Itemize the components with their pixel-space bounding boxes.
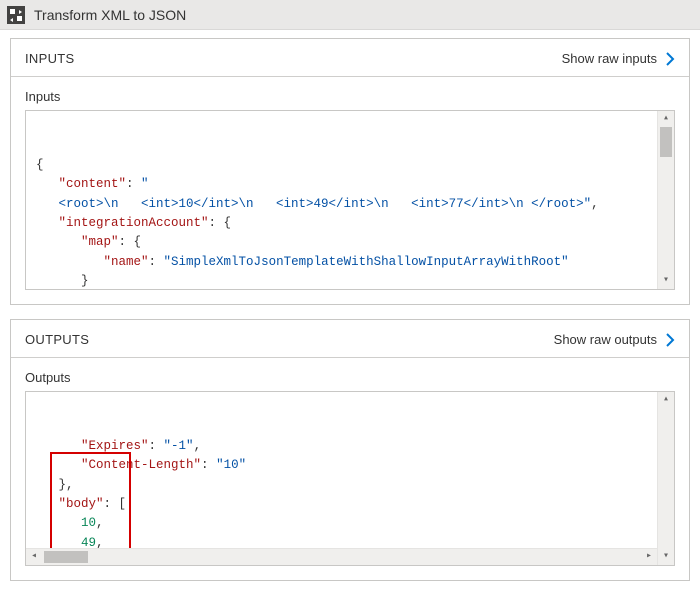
- inputs-body: Inputs { "content": " <root>\n <int>10</…: [11, 77, 689, 304]
- chevron-right-icon: [665, 333, 675, 347]
- scroll-left-icon[interactable]: ◂: [26, 549, 42, 565]
- inputs-header: INPUTS Show raw inputs: [11, 39, 689, 77]
- main-container: INPUTS Show raw inputs Inputs { "content…: [0, 30, 700, 603]
- scroll-thumb[interactable]: [660, 127, 672, 157]
- inputs-code-box[interactable]: { "content": " <root>\n <int>10</int>\n …: [25, 110, 675, 290]
- outputs-panel: OUTPUTS Show raw outputs Outputs "Expire…: [10, 319, 690, 581]
- inputs-code: { "content": " <root>\n <int>10</int>\n …: [26, 150, 674, 290]
- outputs-code-box[interactable]: "Expires": "-1", "Content-Length": "10" …: [25, 391, 675, 566]
- show-raw-outputs-link[interactable]: Show raw outputs: [554, 332, 675, 347]
- chevron-right-icon: [665, 52, 675, 66]
- show-raw-outputs-label: Show raw outputs: [554, 332, 657, 347]
- scroll-up-icon[interactable]: ▴: [658, 111, 674, 127]
- window-title: Transform XML to JSON: [34, 7, 186, 23]
- inputs-title: INPUTS: [25, 51, 74, 66]
- transform-icon: [6, 5, 26, 25]
- scroll-thumb[interactable]: [44, 551, 88, 563]
- h-scroll-track[interactable]: [42, 549, 641, 565]
- inputs-vertical-scrollbar[interactable]: ▴ ▾: [657, 111, 674, 289]
- outputs-code: "Expires": "-1", "Content-Length": "10" …: [26, 431, 674, 566]
- inputs-panel: INPUTS Show raw inputs Inputs { "content…: [10, 38, 690, 305]
- outputs-horizontal-scrollbar[interactable]: ◂ ▸: [26, 548, 657, 565]
- scroll-down-icon[interactable]: ▾: [658, 549, 674, 565]
- outputs-vertical-scrollbar[interactable]: ▴ ▾: [657, 392, 674, 565]
- scroll-right-icon[interactable]: ▸: [641, 549, 657, 565]
- outputs-header: OUTPUTS Show raw outputs: [11, 320, 689, 358]
- outputs-sub-label: Outputs: [25, 370, 675, 385]
- scroll-down-icon[interactable]: ▾: [658, 273, 674, 289]
- inputs-sub-label: Inputs: [25, 89, 675, 104]
- title-bar: Transform XML to JSON: [0, 0, 700, 30]
- outputs-title: OUTPUTS: [25, 332, 89, 347]
- outputs-body: Outputs "Expires": "-1", "Content-Length…: [11, 358, 689, 580]
- show-raw-inputs-label: Show raw inputs: [562, 51, 657, 66]
- scroll-up-icon[interactable]: ▴: [658, 392, 674, 408]
- show-raw-inputs-link[interactable]: Show raw inputs: [562, 51, 675, 66]
